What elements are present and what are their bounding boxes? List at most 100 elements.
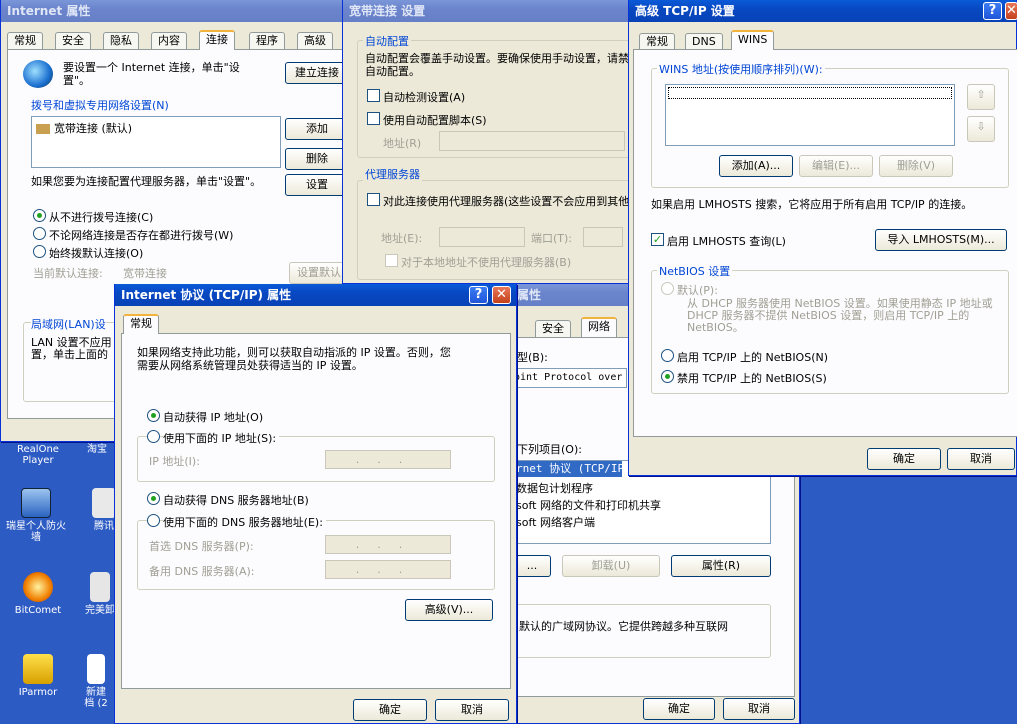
alternate-dns-label: 备用 DNS 服务器(A): xyxy=(149,565,255,578)
settings-button[interactable]: 设置 xyxy=(285,174,349,196)
dialup-group-text: 拨号和虚拟专用网络设置 xyxy=(31,99,152,112)
close-button[interactable]: ✕ xyxy=(1005,2,1017,20)
lan-text-2: 置，单击上面的 xyxy=(31,348,108,361)
radio-manual-ip[interactable] xyxy=(147,430,160,443)
alternate-dns-input[interactable]: ... xyxy=(325,560,451,579)
auto-config-text: 自动配置会覆盖手动设置。要确保使用手动设置，请禁用自动配置。 xyxy=(365,52,640,78)
setup-connection-button[interactable]: 建立连接 xyxy=(285,62,349,84)
enable-lmhosts-checkbox[interactable]: ✓ xyxy=(651,233,664,246)
proxy-port-input[interactable] xyxy=(583,227,623,247)
radio-auto-dns[interactable] xyxy=(147,492,160,505)
radio-netbios-default[interactable] xyxy=(661,282,674,295)
add-connection-button[interactable]: 添加 xyxy=(285,118,349,140)
bypass-local-checkbox[interactable] xyxy=(385,254,398,267)
cancel-button[interactable]: 取消 xyxy=(435,699,509,721)
list-item-tcpip[interactable]: rnet 协议 (TCP/IP) xyxy=(514,461,622,477)
uninstall-icon xyxy=(90,572,110,602)
proxy-address-label: 地址(E): xyxy=(381,232,423,245)
use-script-checkbox[interactable] xyxy=(367,112,380,125)
import-lmhosts-button[interactable]: 导入 LMHOSTS(M)... xyxy=(875,229,1007,251)
radio-disable-netbios[interactable] xyxy=(661,370,674,383)
cancel-button[interactable]: 取消 xyxy=(947,448,1015,470)
ok-button[interactable]: 确定 xyxy=(643,698,715,720)
ok-button[interactable]: 确定 xyxy=(867,448,941,470)
tab-general[interactable]: 常规 xyxy=(123,314,159,334)
list-item-qos[interactable]: 数据包计划程序 xyxy=(516,480,593,496)
close-icon: ✕ xyxy=(496,287,507,302)
radio-manual-ip-label: 使用下面的 IP 地址(S): xyxy=(163,430,280,446)
move-up-button[interactable]: ⇧ xyxy=(967,84,995,110)
set-default-button[interactable]: 设置默认 xyxy=(289,262,349,284)
enable-lmhosts-label: 启用 LMHOSTS 查询(L) xyxy=(667,235,786,248)
desktop-icon-label: 腾讯 xyxy=(94,521,114,532)
tab-programs[interactable]: 程序 xyxy=(249,32,285,50)
desktop-icon-realone[interactable]: RealOne Player xyxy=(6,444,70,466)
radio-dial-whenever[interactable] xyxy=(33,227,46,240)
script-address-input[interactable] xyxy=(439,131,625,151)
bitcomet-icon xyxy=(23,572,53,602)
tab-content[interactable]: 内容 xyxy=(151,32,187,50)
auto-detect-checkbox[interactable] xyxy=(367,89,380,102)
radio-never-dial[interactable] xyxy=(33,209,46,222)
radio-always-dial[interactable] xyxy=(33,245,46,258)
tab-advanced[interactable]: 高级 xyxy=(297,32,333,50)
tencent-icon xyxy=(92,488,116,518)
help-button[interactable]: ? xyxy=(469,286,488,304)
remove-wins-button[interactable]: 删除(V) xyxy=(879,155,953,177)
tab-network[interactable]: 网络 xyxy=(581,317,617,337)
window-title: 宽带连接 设置 xyxy=(343,0,641,22)
use-proxy-checkbox[interactable] xyxy=(367,193,380,206)
tab-wins[interactable]: WINS xyxy=(731,30,775,50)
advanced-button[interactable]: 高级(V)... xyxy=(405,599,493,621)
lan-group-title: 局域网(LAN)设 xyxy=(31,316,106,332)
delete-connection-button[interactable]: 删除 xyxy=(285,148,349,170)
connect-using-label: 型(B): xyxy=(517,351,548,364)
connection-item-label: 宽带连接 (默认) xyxy=(54,122,133,135)
desktop-icon-iparmor[interactable]: IParmor xyxy=(6,654,70,698)
bypass-local-label: 对于本地地址不使用代理服务器(B) xyxy=(401,256,572,269)
radio-always-dial-label: 始终拨默认连接(O) xyxy=(49,247,144,260)
iparmor-icon xyxy=(23,654,53,684)
ip-address-input[interactable]: ... xyxy=(325,450,451,469)
tab-privacy[interactable]: 隐私 xyxy=(103,32,139,50)
desktop-icon-rising-firewall[interactable]: 瑞星个人防火 墙 xyxy=(4,488,68,543)
firewall-icon xyxy=(21,488,51,518)
proxy-address-input[interactable] xyxy=(439,227,525,247)
close-button[interactable]: ✕ xyxy=(492,286,511,304)
list-item-label: rnet 协议 (TCP/IP) xyxy=(516,462,622,475)
uninstall-button[interactable]: 卸载(U) xyxy=(562,555,660,577)
add-wins-button[interactable]: 添加(A)... xyxy=(719,155,793,177)
radio-auto-ip[interactable] xyxy=(147,409,160,422)
edit-wins-button[interactable]: 编辑(E)... xyxy=(799,155,873,177)
move-down-button[interactable]: ⇩ xyxy=(967,116,995,142)
tab-security[interactable]: 安全 xyxy=(535,320,571,338)
wins-address-list[interactable] xyxy=(665,84,955,146)
preferred-dns-input[interactable]: ... xyxy=(325,535,451,554)
desktop-icon-label: 新建 档 (2 xyxy=(84,687,108,709)
tab-general[interactable]: 常规 xyxy=(7,32,43,50)
preferred-dns-label: 首选 DNS 服务器(P): xyxy=(149,540,254,553)
list-item-client[interactable]: soft 网络客户端 xyxy=(516,514,595,530)
install-button[interactable]: ... xyxy=(513,555,551,577)
setup-text: 要设置一个 Internet 连接，单击"设置"。 xyxy=(63,61,240,87)
radio-manual-dns[interactable] xyxy=(147,514,160,527)
radio-never-dial-label: 从不进行拨号连接(C) xyxy=(49,211,154,224)
connection-item[interactable]: 宽带连接 (默认) xyxy=(36,120,132,136)
radio-enable-netbios[interactable] xyxy=(661,349,674,362)
tab-connections[interactable]: 连接 xyxy=(199,30,235,50)
ok-button[interactable]: 确定 xyxy=(353,699,427,721)
tcpip-properties-window: Internet 协议 (TCP/IP) 属性 ? ✕ 常规 如果网络支持此功能… xyxy=(114,284,517,724)
help-button[interactable]: ? xyxy=(983,2,1002,20)
broadband-icon xyxy=(36,124,50,134)
connection-list[interactable]: 宽带连接 (默认) xyxy=(31,116,281,168)
description-text: 默认的广域网协议。它提供跨越多种互联网 xyxy=(519,620,728,633)
desktop-icon-label: IParmor xyxy=(18,687,58,698)
desktop-icon-new-doc[interactable]: 新建 档 (2 xyxy=(76,654,116,709)
list-item-share[interactable]: soft 网络的文件和打印机共享 xyxy=(516,497,661,513)
cancel-button[interactable]: 取消 xyxy=(723,698,795,720)
desktop-icon-bitcomet[interactable]: BitComet xyxy=(6,572,70,616)
radio-manual-dns-label: 使用下面的 DNS 服务器地址(E): xyxy=(163,514,326,530)
properties-button[interactable]: 属性(R) xyxy=(671,555,771,577)
proxy-group-title: 代理服务器 xyxy=(363,166,422,182)
tab-security[interactable]: 安全 xyxy=(55,32,91,50)
